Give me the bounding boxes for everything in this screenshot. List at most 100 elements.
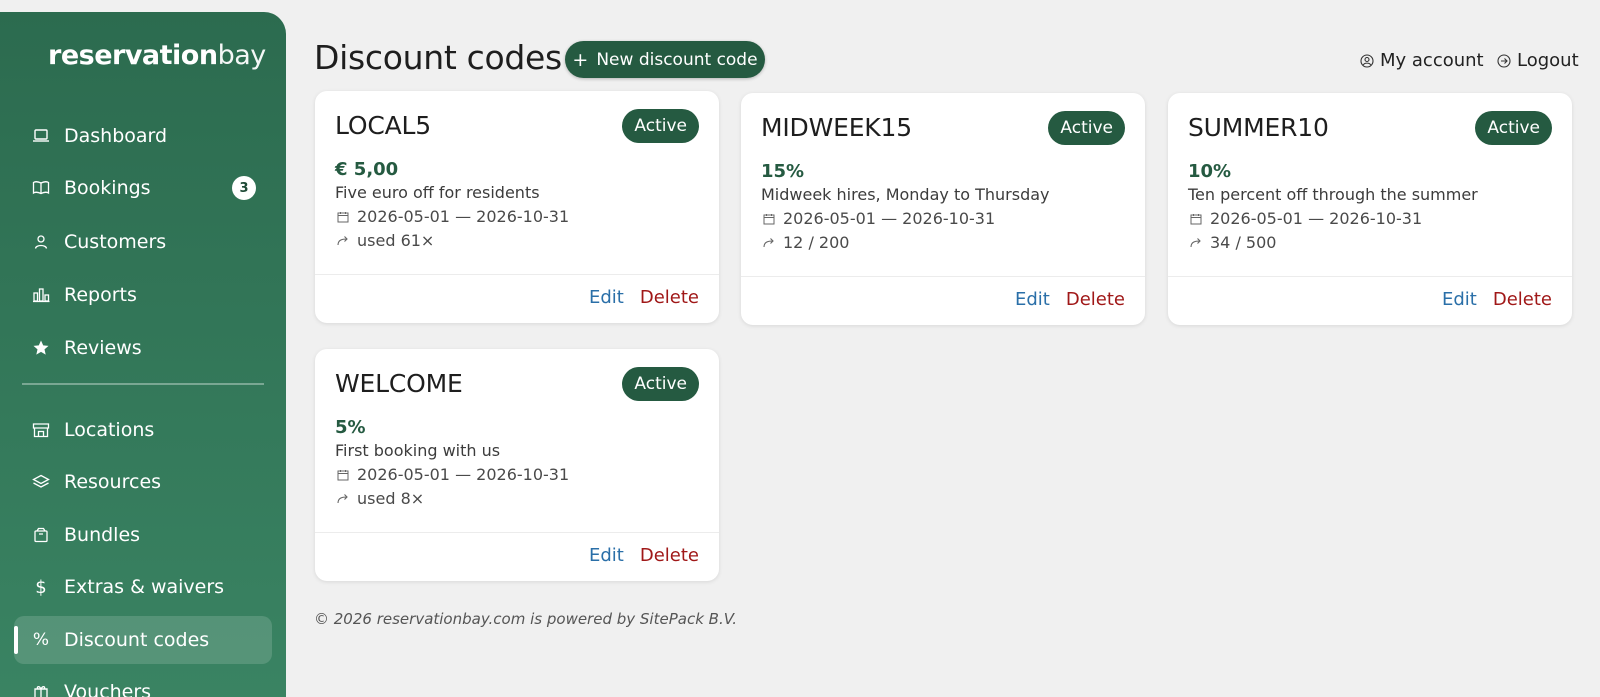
discount-amount: 5%: [335, 417, 366, 438]
validity-dates: 2026-05-01 — 2026-10-31: [1188, 209, 1422, 228]
validity-dates: 2026-05-01 — 2026-10-31: [761, 209, 995, 228]
sidebar-item-extras-waivers[interactable]: $ Extras & waivers: [14, 563, 272, 611]
discount-card-midweek15: MIDWEEK15 Active 15% Midweek hires, Mond…: [741, 93, 1145, 325]
discount-card-local5: LOCAL5 Active € 5,00 Five euro off for r…: [315, 91, 719, 323]
bookings-count-badge: 3: [232, 176, 256, 200]
sidebar-item-label: Bookings: [64, 177, 151, 199]
discount-code-name: MIDWEEK15: [761, 113, 912, 142]
card-actions: Edit Delete: [1442, 289, 1552, 310]
redo-arrow-icon: [335, 235, 351, 247]
brand-name-part1: reservation: [48, 40, 218, 71]
sidebar-item-label: Locations: [64, 419, 155, 441]
status-badge: Active: [622, 367, 699, 401]
discount-card-welcome: WELCOME Active 5% First booking with us …: [315, 349, 719, 581]
usage-info: used 61×: [335, 231, 434, 250]
status-badge: Active: [1048, 111, 1125, 145]
sidebar-item-bookings[interactable]: Bookings 3: [14, 164, 272, 212]
sidebar-item-reviews[interactable]: Reviews: [14, 324, 272, 372]
delete-link[interactable]: Delete: [1066, 289, 1125, 310]
card-actions: Edit Delete: [1015, 289, 1125, 310]
logout-label: Logout: [1517, 50, 1579, 71]
validity-dates: 2026-05-01 — 2026-10-31: [335, 465, 569, 484]
logout-link[interactable]: Logout: [1497, 50, 1579, 71]
usage-text: 12 / 200: [783, 233, 850, 252]
edit-link[interactable]: Edit: [1442, 289, 1477, 310]
sidebar-item-label: Extras & waivers: [64, 576, 225, 598]
card-divider: [1168, 276, 1572, 277]
page-footer: © 2026 reservationbay.com is powered by …: [314, 610, 738, 628]
calendar-icon: [761, 213, 777, 225]
delete-link[interactable]: Delete: [1493, 289, 1552, 310]
delete-link[interactable]: Delete: [640, 287, 699, 308]
gift-icon: [32, 683, 50, 697]
card-divider: [741, 276, 1145, 277]
sidebar-item-label: Vouchers: [64, 681, 152, 697]
book-icon: [32, 179, 50, 197]
edit-link[interactable]: Edit: [589, 545, 624, 566]
bar-chart-icon: [32, 286, 50, 304]
redo-arrow-icon: [1188, 237, 1204, 249]
validity-dates-text: 2026-05-01 — 2026-10-31: [1210, 209, 1423, 228]
sidebar-item-label: Dashboard: [64, 125, 168, 147]
store-icon: [32, 421, 50, 439]
edit-link[interactable]: Edit: [1015, 289, 1050, 310]
brand-logo[interactable]: reservationbay: [48, 40, 266, 71]
discount-description: Midweek hires, Monday to Thursday: [761, 185, 1050, 204]
laptop-icon: [32, 127, 50, 145]
edit-link[interactable]: Edit: [589, 287, 624, 308]
sidebar-item-dashboard[interactable]: Dashboard: [14, 112, 272, 160]
discount-amount: 10%: [1188, 161, 1232, 182]
validity-dates-text: 2026-05-01 — 2026-10-31: [357, 207, 570, 226]
card-divider: [315, 274, 719, 275]
card-divider: [315, 532, 719, 533]
sidebar-item-label: Customers: [64, 231, 167, 253]
usage-text: used 61×: [357, 231, 435, 250]
sidebar-item-locations[interactable]: Locations: [14, 406, 272, 454]
user-circle-icon: [1360, 53, 1374, 68]
sidebar-item-label: Discount codes: [64, 629, 210, 651]
usage-text: 34 / 500: [1210, 233, 1277, 252]
usage-info: 12 / 200: [761, 233, 849, 252]
sidebar-item-discount-codes[interactable]: % Discount codes: [14, 616, 272, 664]
redo-arrow-icon: [761, 237, 777, 249]
sidebar-item-resources[interactable]: Resources: [14, 458, 272, 506]
new-discount-code-label: New discount code: [596, 49, 758, 70]
plus-icon: +: [572, 48, 589, 71]
validity-dates-text: 2026-05-01 — 2026-10-31: [783, 209, 996, 228]
validity-dates-text: 2026-05-01 — 2026-10-31: [357, 465, 570, 484]
calendar-icon: [1188, 213, 1204, 225]
package-icon: [32, 526, 50, 544]
dollar-icon: $: [35, 576, 47, 598]
usage-text: used 8×: [357, 489, 425, 508]
sidebar-item-reports[interactable]: Reports: [14, 271, 272, 319]
delete-link[interactable]: Delete: [640, 545, 699, 566]
discount-code-name: WELCOME: [335, 369, 463, 398]
discount-description: Five euro off for residents: [335, 183, 540, 202]
page-title: Discount codes: [314, 38, 562, 77]
sidebar-item-label: Reports: [64, 284, 137, 306]
layers-icon: [32, 473, 50, 491]
my-account-link[interactable]: My account: [1360, 50, 1484, 71]
discount-card-summer10: SUMMER10 Active 10% Ten percent off thro…: [1168, 93, 1572, 325]
my-account-label: My account: [1380, 50, 1484, 71]
sidebar: reservationbay Dashboard Bookings 3 Cust…: [0, 12, 286, 697]
brand-name-part2: bay: [217, 40, 267, 71]
calendar-icon: [335, 211, 351, 223]
sidebar-item-label: Reviews: [64, 337, 142, 359]
sidebar-item-customers[interactable]: Customers: [14, 218, 272, 266]
new-discount-code-button[interactable]: + New discount code: [565, 41, 765, 78]
sidebar-item-vouchers[interactable]: Vouchers: [14, 668, 272, 697]
discount-amount: 15%: [761, 161, 805, 182]
usage-info: used 8×: [335, 489, 424, 508]
star-icon: [32, 339, 50, 357]
discount-amount: € 5,00: [335, 159, 399, 180]
discount-description: Ten percent off through the summer: [1188, 185, 1478, 204]
sidebar-item-label: Resources: [64, 471, 162, 493]
logout-icon: [1497, 53, 1511, 68]
sidebar-item-bundles[interactable]: Bundles: [14, 511, 272, 559]
card-actions: Edit Delete: [589, 545, 699, 566]
discount-description: First booking with us: [335, 441, 501, 460]
status-badge: Active: [622, 109, 699, 143]
card-actions: Edit Delete: [589, 287, 699, 308]
user-icon: [32, 233, 50, 251]
